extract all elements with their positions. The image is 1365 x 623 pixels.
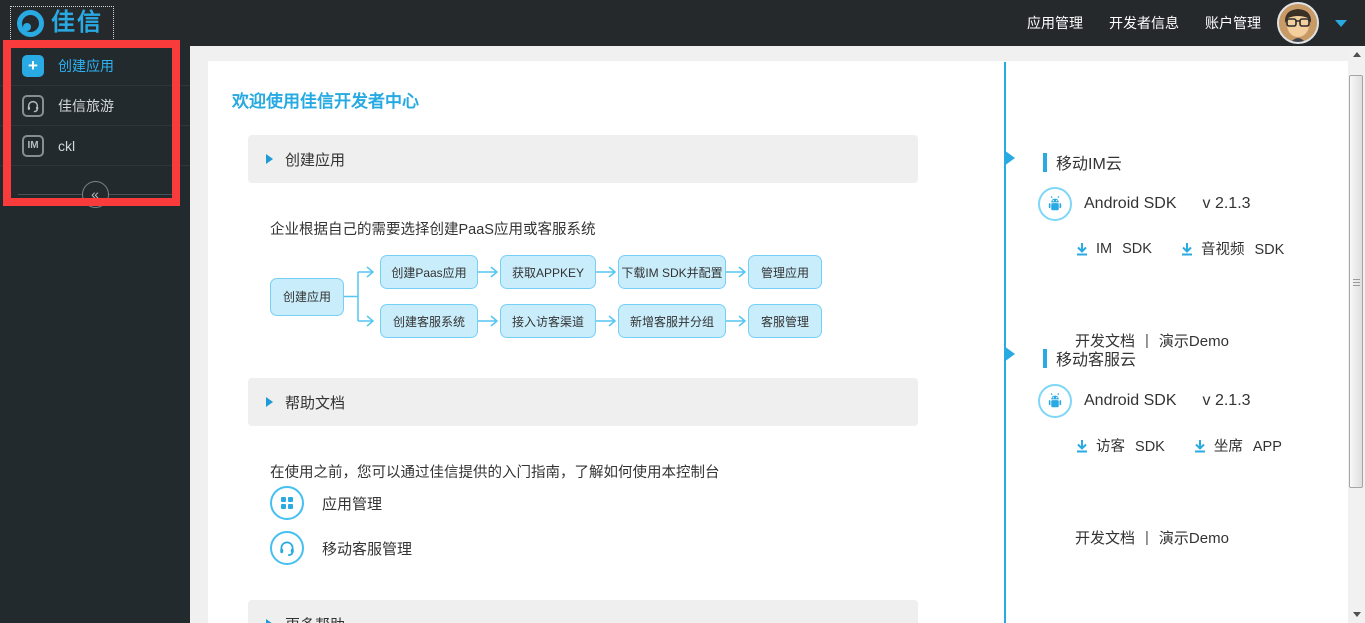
flow-branches: 创建Paas应用 获取APPKEY 下载IM SDK并配置 管理应用 创建客服系… [380,255,822,338]
triangle-bullet-icon [266,154,273,164]
scroll-thumb[interactable] [1349,75,1363,488]
flow-step: 创建客服系统 [380,304,478,338]
flow-step: 新增客服并分组 [618,304,726,338]
flow-root-box: 创建应用 [270,277,344,316]
sdk-name: Android SDK [1084,392,1177,409]
arrow-right-icon [478,315,499,327]
scroll-down-button[interactable] [1348,606,1365,623]
download-link-visitor-sdk[interactable]: 访客 SDK [1075,435,1165,456]
android-icon [1038,187,1072,221]
sidebar-item-create-app[interactable]: + 创建应用 [0,46,190,86]
sdk-name: Android SDK [1084,195,1177,212]
section-header-more-help[interactable]: 更多帮助 [248,600,918,623]
arrow-right-icon [596,266,617,278]
dev-docs-link[interactable]: 开发文档 [1075,527,1135,548]
triangle-bullet-icon [266,397,273,407]
section-header-help-docs[interactable]: 帮助文档 [248,378,918,426]
help-description: 在使用之前，您可以通过佳信提供的入门指南，了解如何使用本控制台 [270,465,720,481]
sidebar-item-jiaxin-travel[interactable]: 佳信旅游 [0,86,190,126]
section-marker-icon [1004,150,1015,166]
right-panel: 移动IM云 Android SDK v 2.1.3 IM SDK 音视频 SDK… [1005,46,1348,623]
flow-row-paas: 创建Paas应用 获取APPKEY 下载IM SDK并配置 管理应用 [380,255,822,289]
create-app-description: 企业根据自己的需要选择创建PaaS应用或客服系统 [270,222,596,238]
flow-row-service: 创建客服系统 接入访客渠道 新增客服并分组 客服管理 [380,304,822,338]
help-link-app-management[interactable]: 应用管理 [270,486,382,520]
flow-step: 接入访客渠道 [500,304,596,338]
download-icon [1077,242,1087,255]
panel-section-title-im-cloud: 移动IM云 [1043,150,1122,174]
logo-icon [17,9,44,37]
arrow-right-icon [596,315,617,327]
triangle-down-icon [1352,612,1361,617]
arrow-right-icon [478,266,499,278]
flow-step: 客服管理 [748,304,822,338]
grip-icon [1353,279,1360,286]
sidebar-item-ckl[interactable]: IM ckl [0,126,190,166]
download-icon [1194,439,1205,452]
flow-step: 创建Paas应用 [380,255,478,289]
flow-step: 获取APPKEY [500,255,596,289]
logo[interactable]: 佳信 [10,5,114,41]
link-separator: | [1145,529,1149,546]
demo-link[interactable]: 演示Demo [1159,527,1229,548]
logo-text: 佳信 [51,9,103,36]
sdk-row: Android SDK v 2.1.3 [1038,384,1251,418]
nav-item-app-management[interactable]: 应用管理 [1027,13,1083,33]
grid-icon [270,486,304,520]
scroll-up-button[interactable] [1348,46,1365,63]
top-right: 应用管理 开发者信息 账户管理 [1027,2,1365,44]
title-bar-icon [1043,152,1047,172]
download-icon [1077,439,1087,452]
download-row: IM SDK 音视频 SDK [1075,238,1284,259]
section-marker-icon [1004,346,1015,362]
headset-icon [270,531,304,565]
headset-icon [22,94,44,117]
section-header-create-app[interactable]: 创建应用 [248,135,918,183]
sdk-version: v 2.1.3 [1202,195,1251,212]
arrow-right-icon [726,315,747,327]
download-link-agent-app[interactable]: 坐席 APP [1193,435,1282,456]
flow-branch-connector [344,266,375,327]
flow-step: 管理应用 [748,255,822,289]
help-link-mobile-service-management[interactable]: 移动客服管理 [270,531,412,565]
scrollbar[interactable] [1348,46,1365,623]
double-chevron-left-icon: « [91,186,99,202]
avatar-image [1279,4,1317,42]
demo-link[interactable]: 演示Demo [1159,330,1229,351]
sdk-row: Android SDK v 2.1.3 [1038,187,1251,221]
panel-section-title-service-cloud: 移动客服云 [1043,346,1136,370]
triangle-up-icon [1352,52,1361,57]
top-nav: 应用管理 开发者信息 账户管理 [1027,13,1261,33]
nav-item-account-management[interactable]: 账户管理 [1205,13,1261,33]
android-icon [1038,384,1072,418]
sidebar: + 创建应用 佳信旅游 IM ckl « [0,46,190,623]
im-badge-icon: IM [22,134,44,157]
download-link-av-sdk[interactable]: 音视频 SDK [1180,238,1284,259]
download-row: 访客 SDK 坐席 APP [1075,435,1282,456]
link-separator: | [1145,332,1149,349]
plus-icon: + [22,54,44,77]
top-bar: 佳信 应用管理 开发者信息 账户管理 [0,0,1365,46]
sidebar-item-label: 佳信旅游 [58,97,114,114]
sidebar-item-label: 创建应用 [58,57,114,74]
sdk-version: v 2.1.3 [1202,392,1251,409]
doc-links-row: 开发文档 | 演示Demo [1075,527,1229,548]
sidebar-item-label: ckl [58,137,76,154]
arrow-right-icon [726,266,747,278]
download-link-im-sdk[interactable]: IM SDK [1075,241,1152,257]
chevron-down-icon[interactable] [1335,19,1347,27]
title-bar-icon [1043,348,1047,368]
collapse-sidebar-button[interactable]: « [81,180,109,208]
download-icon [1181,242,1192,255]
page-title: 欢迎使用佳信开发者中心 [232,92,419,111]
flow-step: 下载IM SDK并配置 [618,255,726,289]
sidebar-collapse-row: « [0,170,190,218]
triangle-bullet-icon [266,619,273,623]
nav-item-developer-info[interactable]: 开发者信息 [1109,13,1179,33]
avatar[interactable] [1277,2,1319,44]
flow-diagram: 创建应用 创建Paas应用 获取APPKEY 下载IM SDK并配置 管理应用 … [270,255,822,338]
